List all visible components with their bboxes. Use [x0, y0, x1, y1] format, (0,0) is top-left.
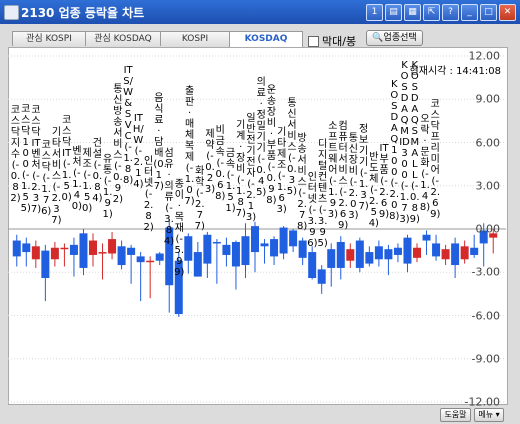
- candle-body[interactable]: [470, 247, 479, 255]
- candle-body[interactable]: [289, 230, 298, 247]
- candle-body[interactable]: [146, 260, 155, 263]
- tab-kosdaq[interactable]: KOSDAQ: [229, 31, 303, 47]
- help-icon[interactable]: ?: [442, 4, 459, 21]
- maximize-button[interactable]: □: [480, 4, 497, 21]
- candle-body[interactable]: [108, 239, 117, 254]
- candle-body[interactable]: [12, 240, 21, 257]
- y-tick-label: -3.00: [471, 265, 500, 279]
- candle-body[interactable]: [460, 246, 469, 260]
- sector-select-button[interactable]: 🔍업종선택: [366, 30, 423, 46]
- app-icon: [4, 5, 19, 20]
- menu-button[interactable]: 메뉴 ▾: [474, 408, 504, 422]
- y-tick-label: -6.00: [471, 309, 500, 322]
- tab-favorite-kospi[interactable]: 관심 KOSPI: [12, 31, 86, 46]
- y-tick-label: 0.00: [475, 222, 501, 236]
- candle-body[interactable]: [365, 252, 374, 264]
- candle-body[interactable]: [374, 246, 383, 260]
- candle-body[interactable]: [441, 249, 450, 260]
- tab-kospi[interactable]: KOSPI: [160, 31, 230, 46]
- candle-body[interactable]: [203, 234, 212, 264]
- candle-body[interactable]: [250, 226, 260, 253]
- y-tick-label: 9.00: [475, 92, 501, 106]
- bar-candle-checkbox[interactable]: [308, 35, 319, 47]
- candle-body[interactable]: [432, 243, 441, 257]
- candle-body[interactable]: [41, 250, 50, 279]
- candle-body[interactable]: [79, 233, 88, 268]
- candle-body[interactable]: [98, 252, 107, 254]
- candle-body[interactable]: [127, 247, 136, 255]
- candle-body[interactable]: [336, 241, 345, 268]
- candle-body[interactable]: [231, 241, 240, 267]
- candle-body[interactable]: [117, 246, 126, 266]
- candle-body[interactable]: [241, 236, 250, 266]
- candle-body[interactable]: [136, 256, 145, 263]
- close-button[interactable]: ✕: [499, 4, 516, 21]
- y-tick-label: 3.00: [475, 179, 501, 193]
- candle-body[interactable]: [298, 240, 307, 258]
- y-tick-label: 6.00: [475, 136, 501, 149]
- sector-select-label: 업종선택: [383, 33, 417, 43]
- candle-body[interactable]: [412, 247, 422, 258]
- candle-body[interactable]: [317, 269, 326, 284]
- candle-body[interactable]: [31, 246, 40, 260]
- tool-button-2[interactable]: ▦: [404, 4, 421, 21]
- y-tick-label: 12.00: [468, 49, 501, 63]
- tool-button-3[interactable]: ⇱: [423, 4, 440, 21]
- candle-body[interactable]: [403, 237, 412, 264]
- candle-body[interactable]: [60, 247, 69, 250]
- minimize-button[interactable]: _: [461, 4, 478, 21]
- window-buttons: 1 ▤ ▦ ⇱ ? _ □ ✕: [366, 4, 516, 21]
- candle-body[interactable]: [308, 252, 317, 279]
- candle-body[interactable]: [451, 243, 460, 266]
- candle-body[interactable]: [384, 249, 393, 260]
- title-bar: 2130 업종 등락율 차트 1 ▤ ▦ ⇱ ? _ □ ✕: [0, 0, 520, 24]
- candle-body[interactable]: [212, 241, 221, 244]
- candle-body[interactable]: [193, 252, 202, 277]
- window-title: 2130 업종 등락율 차트: [21, 6, 145, 20]
- candle-body[interactable]: [260, 243, 269, 247]
- candle-body[interactable]: [346, 249, 355, 261]
- candle-body[interactable]: [279, 227, 288, 254]
- candle-body[interactable]: [22, 243, 31, 253]
- tool-button-1[interactable]: ▤: [385, 4, 402, 21]
- category-label: 코스닥 프리미어(-2.69): [430, 98, 441, 220]
- market-tabs: 관심 KOSPI 관심 KOSDAQ KOSPI KOSDAQ: [12, 31, 303, 47]
- candle-body[interactable]: [270, 239, 279, 257]
- candle-body[interactable]: [69, 244, 78, 255]
- help-button[interactable]: 도움말: [440, 408, 471, 422]
- candle-body[interactable]: [355, 240, 364, 268]
- candle-body[interactable]: [327, 249, 336, 268]
- bottom-bar: 도움말 메뉴 ▾: [0, 405, 520, 424]
- tab-favorite-kosdaq[interactable]: 관심 KOSDAQ: [85, 31, 161, 46]
- candle-body[interactable]: [222, 244, 231, 255]
- candle-body[interactable]: [184, 236, 193, 261]
- search-icon: 🔍: [372, 33, 384, 43]
- candle-body[interactable]: [50, 247, 59, 260]
- y-tick-label: -9.00: [471, 352, 500, 366]
- pin-button[interactable]: 1: [366, 4, 383, 21]
- candle-body[interactable]: [88, 240, 98, 255]
- candle-body[interactable]: [393, 247, 402, 255]
- candle-body[interactable]: [422, 234, 431, 241]
- candle-body[interactable]: [155, 253, 164, 261]
